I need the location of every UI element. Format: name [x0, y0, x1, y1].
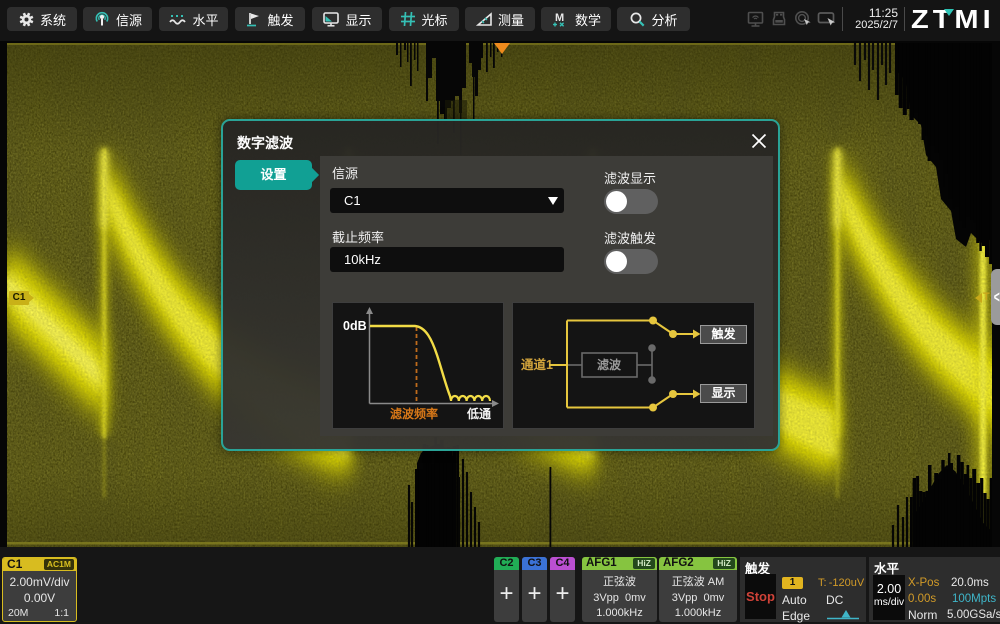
svg-text:通道1: 通道1: [521, 357, 553, 372]
svg-text:低通: 低通: [466, 406, 491, 421]
svg-text:0dB: 0dB: [343, 319, 367, 333]
svg-text:滤波: 滤波: [597, 357, 622, 372]
svg-text:滤波频率: 滤波频率: [390, 406, 438, 421]
svg-text:M: M: [555, 12, 564, 24]
